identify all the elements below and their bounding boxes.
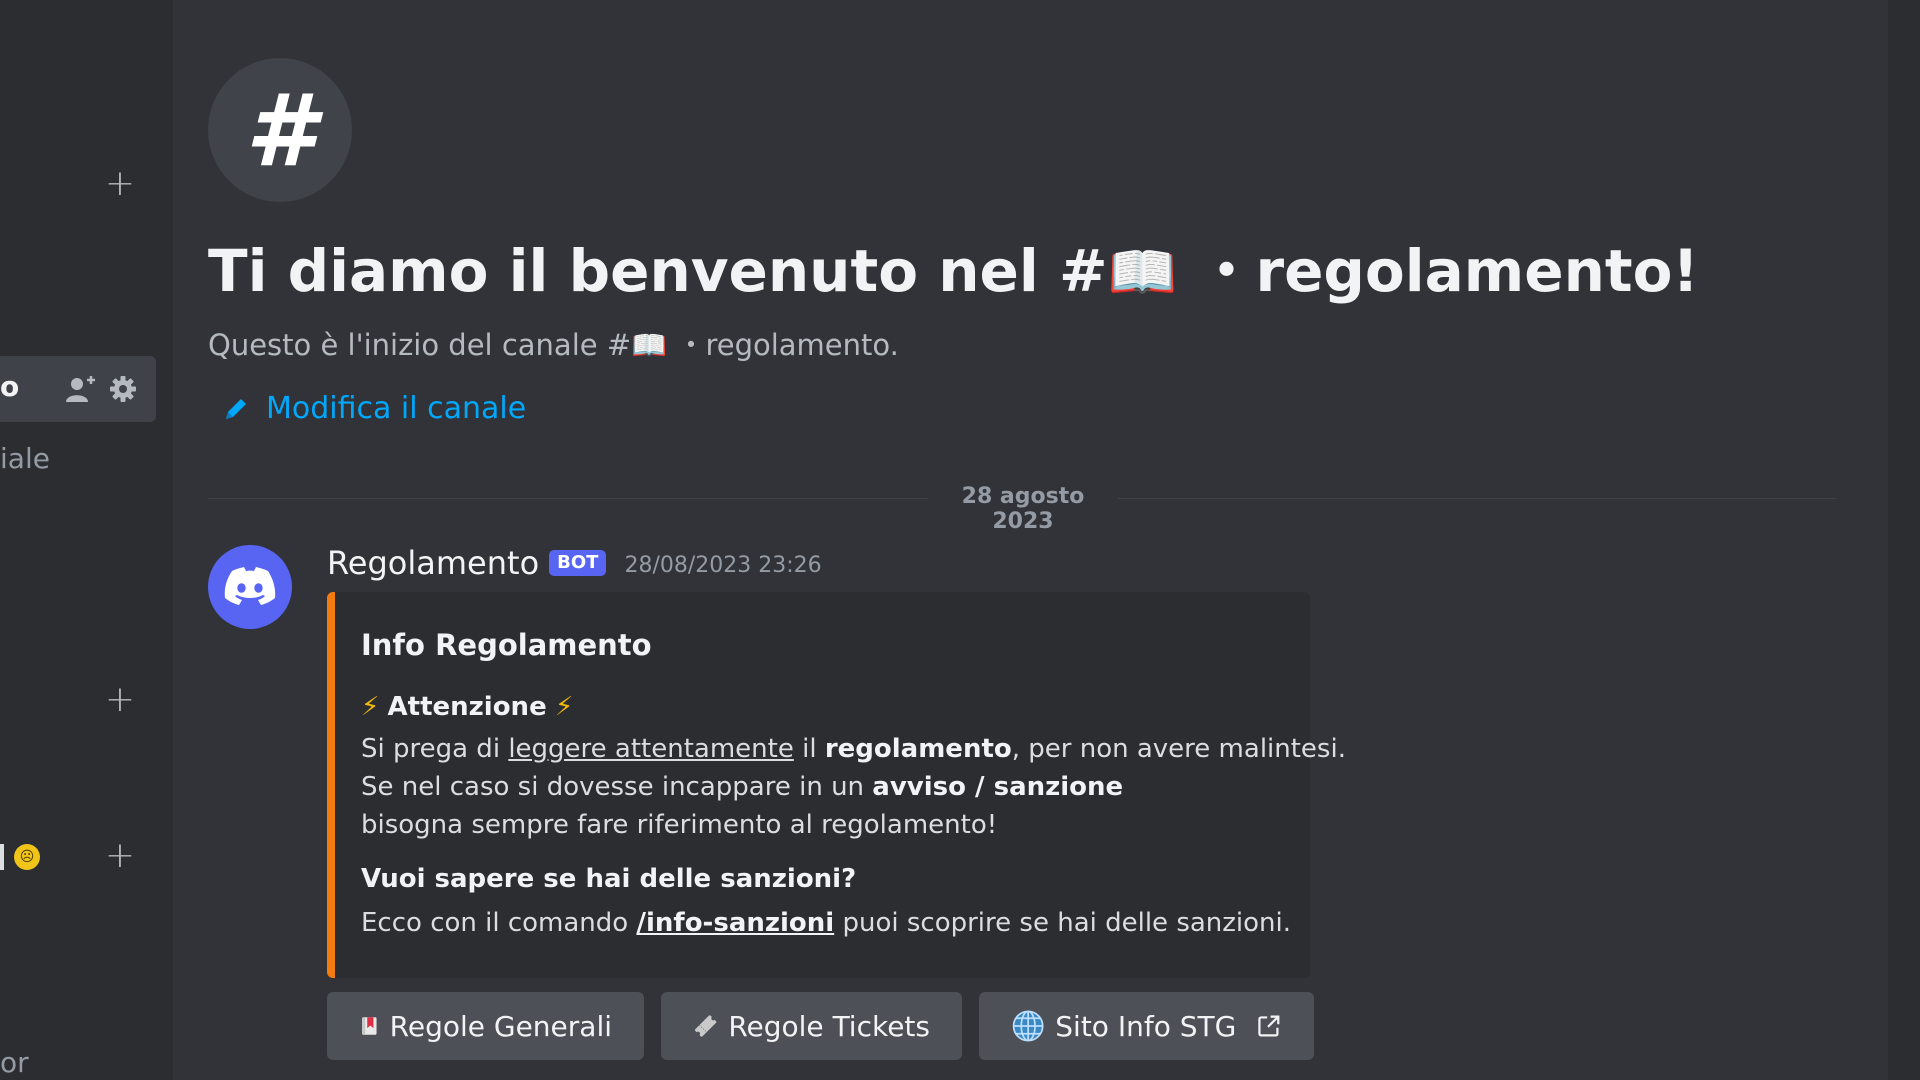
bookmark-icon	[362, 1017, 377, 1035]
slash-command-link[interactable]: /info-sanzioni	[636, 908, 834, 938]
channel-hash-icon: #	[208, 58, 352, 202]
add-channel-plus-icon-2[interactable]: +	[104, 682, 136, 718]
embed-line-4: Ecco con il comando /info-sanzioni puoi …	[361, 908, 1291, 938]
scrollbar-track[interactable]	[1874, 0, 1888, 1080]
channel-welcome-title: Ti diamo il benvenuto nel #📖 ・regolament…	[208, 224, 1699, 308]
pencil-icon	[226, 398, 246, 419]
embed-line-1: Si prega di leggere attentamente il rego…	[361, 734, 1346, 764]
sito-info-stg-button[interactable]: Sito Info STG	[979, 992, 1314, 1060]
regole-tickets-label: Regole Tickets	[728, 1009, 930, 1043]
start-prefix: Questo è l'inizio del canale #	[208, 328, 632, 362]
channel-sidebar: + o iale + ☹ + or	[0, 0, 173, 1080]
sidebar-active-channel-label: o	[0, 370, 20, 403]
sidebar-channel-text[interactable]: iale	[0, 442, 50, 475]
settings-gear-icon[interactable]	[108, 374, 138, 404]
line1-c: , per non avere malintesi.	[1011, 734, 1346, 764]
embed-title: Info Regolamento	[361, 628, 652, 662]
line1-underlined: leggere attentamente	[508, 734, 794, 764]
start-suffix: ・regolamento.	[667, 328, 899, 362]
line4-a: Ecco con il comando	[361, 908, 637, 938]
line4-b: puoi scoprire se hai delle sanzioni.	[834, 908, 1292, 938]
message-embed: Info Regolamento ⚡ Attenzione ⚡ Si prega…	[327, 592, 1346, 978]
embed-line-3: bisogna sempre fare riferimento al regol…	[361, 810, 998, 840]
sito-info-stg-label: Sito Info STG	[1055, 1009, 1237, 1043]
message-author[interactable]: Regolamento	[327, 544, 539, 582]
add-channel-plus-icon-3[interactable]: +	[104, 838, 136, 874]
lightning-icon-right: ⚡	[554, 692, 574, 722]
add-channel-plus-icon[interactable]: +	[104, 166, 136, 202]
line2-bold: avviso / sanzione	[872, 772, 1124, 802]
ticket-icon	[694, 1015, 717, 1037]
line1-bold: regolamento	[824, 734, 1012, 764]
edit-channel-label: Modifica il canale	[266, 391, 527, 426]
date-divider-label: 28 agosto 2023	[928, 484, 1118, 534]
sidebar-active-channel[interactable]: o	[0, 356, 156, 422]
bot-badge: BOT	[549, 550, 607, 576]
line2-a: Se nel caso si dovesse incappare in un	[361, 772, 873, 802]
welcome-prefix: Ti diamo il benvenuto nel #	[208, 237, 1108, 305]
sidebar-emoji-badge: ☹	[14, 844, 40, 870]
question-text: Vuoi sapere se hai delle sanzioni?	[361, 864, 857, 894]
line1-b: il	[793, 734, 825, 764]
embed-attention-line: ⚡ Attenzione ⚡	[361, 692, 573, 722]
globe-icon	[1012, 1010, 1044, 1042]
discord-logo-icon	[224, 567, 276, 605]
sidebar-unread-indicator	[0, 844, 4, 870]
message-header: Regolamento BOT 28/08/2023 23:26	[327, 544, 822, 582]
sidebar-channel-text-2[interactable]: or	[0, 1046, 29, 1079]
regole-generali-button[interactable]: Regole Generali	[327, 992, 644, 1060]
book-icon-small: 📖	[631, 328, 668, 362]
edit-channel-link[interactable]: Modifica il canale	[222, 391, 526, 426]
regole-generali-label: Regole Generali	[389, 1009, 612, 1043]
embed-line-2: Se nel caso si dovesse incappare in un a…	[361, 772, 1123, 802]
attention-text: Attenzione	[387, 692, 547, 722]
regole-tickets-button[interactable]: Regole Tickets	[661, 992, 962, 1060]
member-list-panel	[1874, 0, 1920, 1080]
book-icon: 📖	[1107, 240, 1178, 305]
lightning-icon: ⚡	[361, 692, 380, 722]
embed-question: Vuoi sapere se hai delle sanzioni?	[361, 864, 856, 894]
message-timestamp: 28/08/2023 23:26	[624, 552, 822, 578]
line1-a: Si prega di	[361, 734, 509, 764]
invite-member-icon[interactable]	[64, 374, 98, 404]
external-link-icon	[1258, 1015, 1280, 1037]
bot-avatar[interactable]	[208, 545, 292, 629]
channel-start-text: Questo è l'inizio del canale #📖 ・regolam…	[208, 322, 899, 364]
welcome-suffix: ・regolamento!	[1177, 237, 1699, 305]
